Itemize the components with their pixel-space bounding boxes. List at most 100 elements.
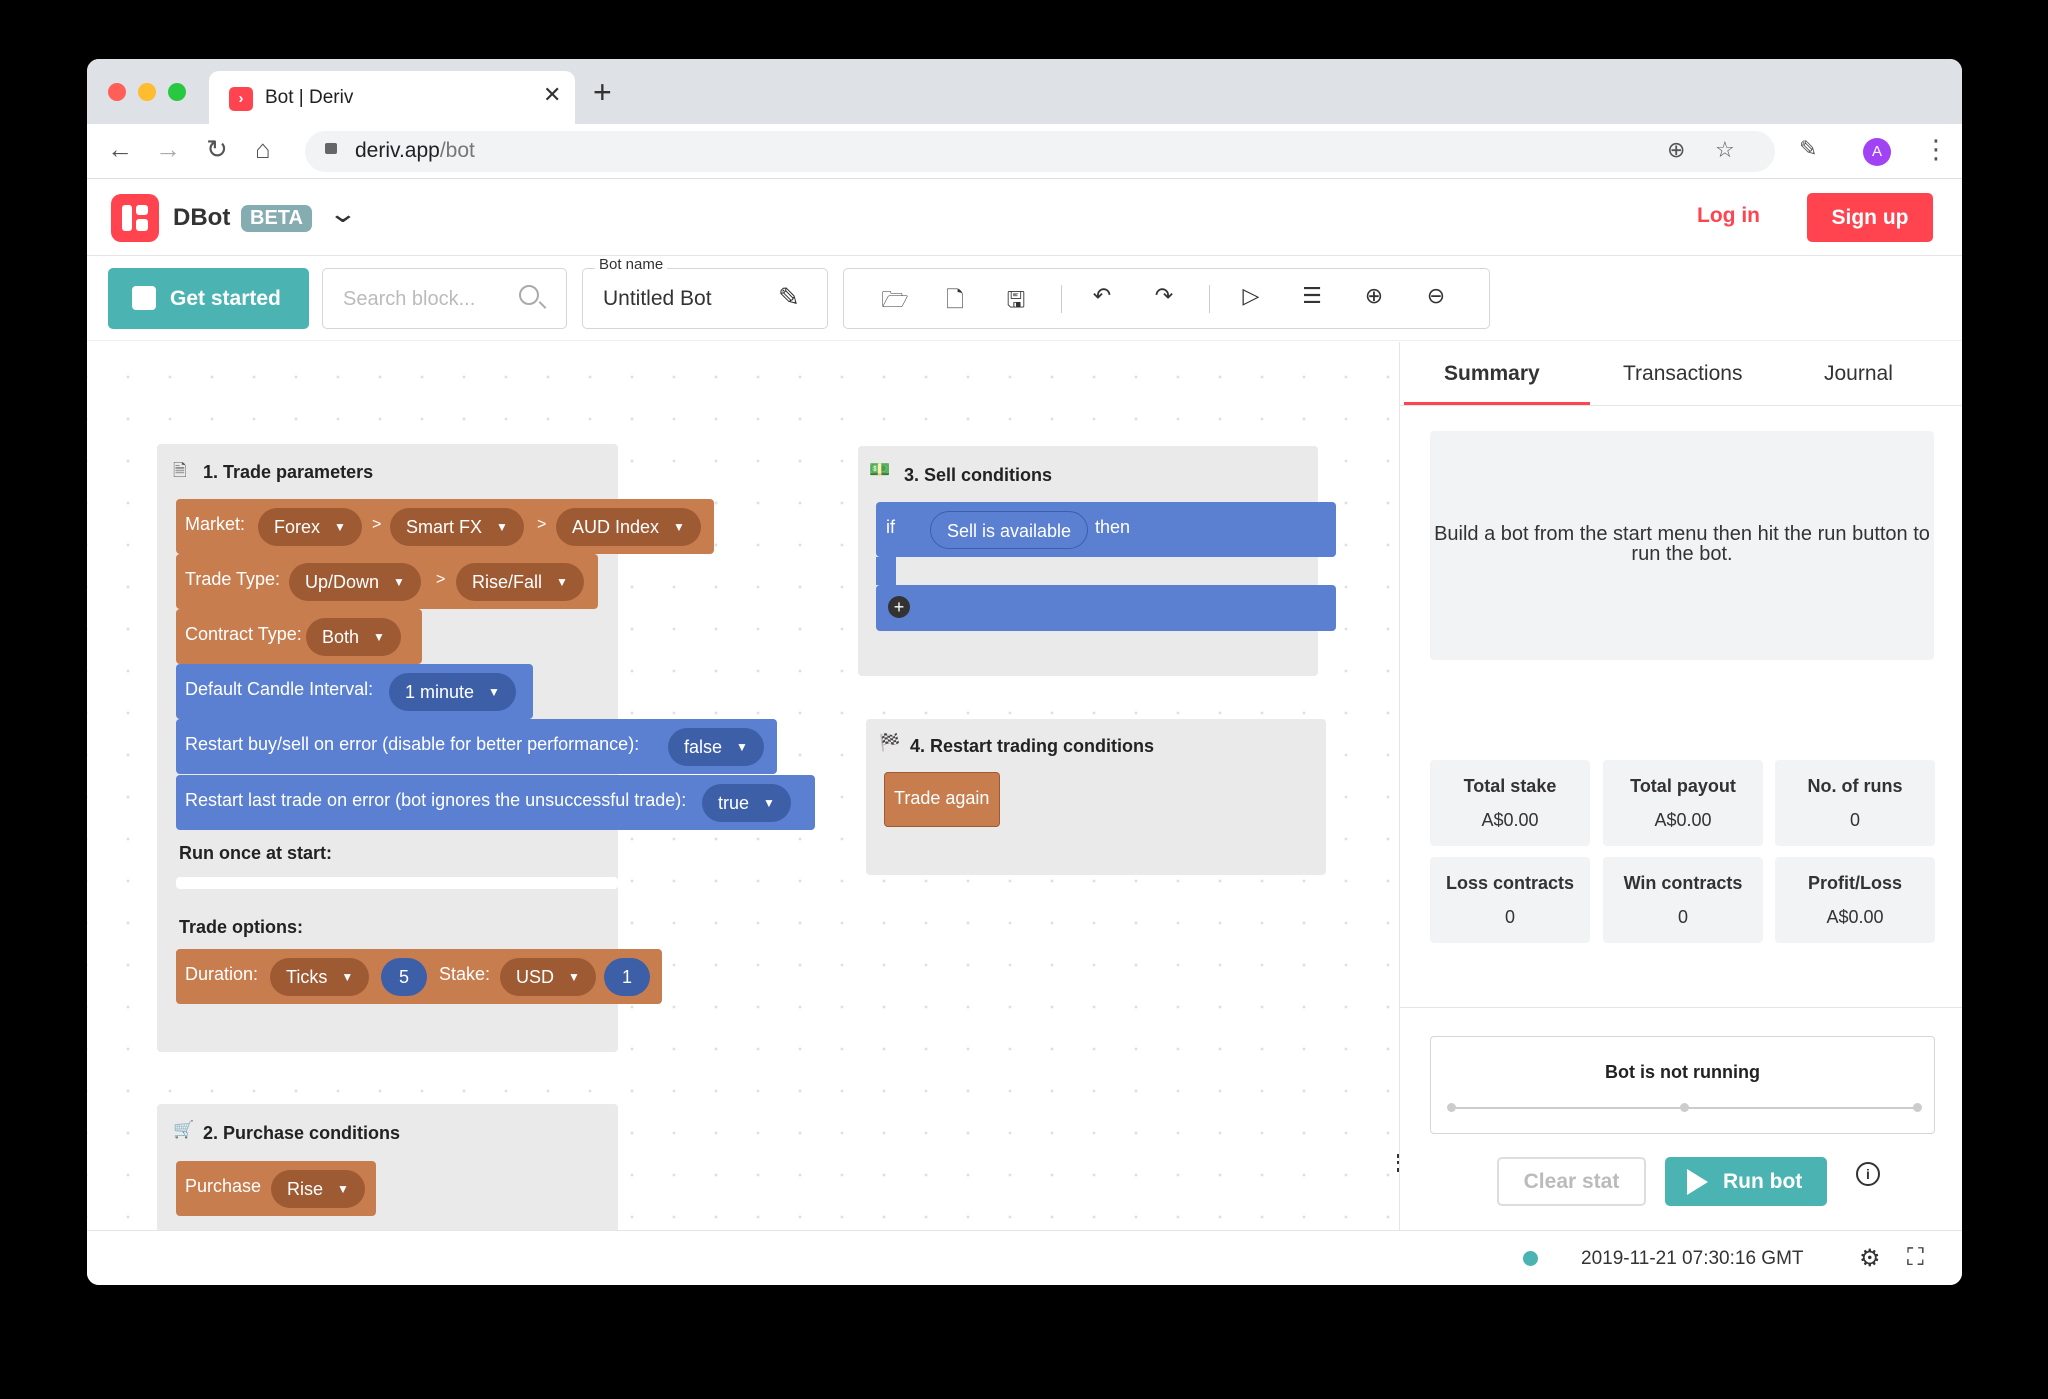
play-icon <box>1687 1169 1708 1195</box>
close-tab-icon[interactable]: ✕ <box>543 82 561 108</box>
document-icon: 🗎 <box>173 461 187 480</box>
extension-icon[interactable]: ✎ <box>1799 136 1817 162</box>
tab-summary[interactable]: Summary <box>1444 362 1540 386</box>
contract-type-block[interactable]: Contract Type: Both ▼ <box>176 609 422 664</box>
more-menu-icon[interactable]: ⋮ <box>1923 134 1949 165</box>
beta-badge: BETA <box>241 205 312 232</box>
currency-dropdown[interactable]: USD ▼ <box>500 958 596 996</box>
search-icon[interactable] <box>519 285 539 305</box>
bot-name-field[interactable]: Bot name Untitled Bot ✎ <box>582 256 828 329</box>
zoom-in-icon[interactable]: ⊕ <box>1359 283 1389 309</box>
stat-no-of-runs: No. of runs 0 <box>1775 760 1935 846</box>
minimize-window-button[interactable] <box>138 83 156 101</box>
if-block-footer[interactable]: + <box>876 585 1336 631</box>
trade-options-block[interactable]: Duration: Ticks ▼ 5 Stake: USD ▼ 1 <box>176 949 662 1004</box>
redo-icon[interactable]: ↷ <box>1149 283 1179 309</box>
undo-icon[interactable]: ↶ <box>1087 283 1117 309</box>
basket-icon: 🛒 <box>173 1120 195 1139</box>
chevron-down-icon[interactable]: ⌄ <box>328 198 359 229</box>
sort-blocks-icon[interactable]: ☰ <box>1297 283 1327 309</box>
open-folder-icon[interactable]: 🗁 <box>880 283 910 321</box>
purchase-conditions-title: 2. Purchase conditions <box>203 1123 401 1143</box>
search-blocks-input[interactable]: Search block... <box>322 268 567 329</box>
browser-tab[interactable]: › Bot | Deriv ✕ <box>209 71 575 124</box>
run-once-slot[interactable] <box>176 877 618 889</box>
get-started-button[interactable]: Get started <box>108 268 309 329</box>
forward-icon[interactable]: → <box>155 134 181 165</box>
blockly-workspace[interactable]: 🗎 1. Trade parameters Market: Forex ▼ > S… <box>87 342 1400 1263</box>
trade-type-dropdown[interactable]: Up/Down ▼ <box>289 563 421 601</box>
bot-status-box: Bot is not running <box>1430 1036 1935 1134</box>
browser-window: › Bot | Deriv ✕ + ← → ↻ ⌂ deriv.app/bot … <box>87 59 1962 1285</box>
stat-total-payout: Total payout A$0.00 <box>1603 760 1763 846</box>
fullscreen-icon[interactable]: ⛶ <box>1907 1244 1924 1272</box>
sell-available-condition[interactable]: Sell is available <box>930 511 1089 549</box>
reload-icon[interactable]: ↻ <box>206 134 228 165</box>
save-icon[interactable]: 🖫 <box>1001 283 1031 321</box>
home-icon[interactable]: ⌂ <box>255 134 271 165</box>
if-label: if <box>886 517 895 537</box>
settings-gear-icon[interactable]: ⚙ <box>1859 1244 1881 1273</box>
trade-type-label: Trade Type: <box>185 569 281 589</box>
footer: 2019-11-21 07:30:16 GMT ⚙ ⛶ <box>87 1230 1962 1285</box>
tab-strip: › Bot | Deriv ✕ + <box>87 59 1962 124</box>
back-icon[interactable]: ← <box>107 134 133 165</box>
add-icon[interactable]: ⊕ <box>1667 137 1685 163</box>
contract-type-label: Contract Type: <box>185 624 302 644</box>
separator: > <box>537 516 547 533</box>
run-bot-label: Run bot <box>1723 1170 1803 1193</box>
url-field[interactable]: deriv.app/bot ⊕ ☆ <box>305 131 1775 172</box>
symbol-dropdown[interactable]: AUD Index ▼ <box>556 508 701 546</box>
market-block[interactable]: Market: Forex ▼ > Smart FX ▼ > AUD Index ▼ <box>176 499 714 554</box>
separator: > <box>436 571 446 588</box>
trade-again-block[interactable]: Trade again <box>884 772 1000 827</box>
server-time: 2019-11-21 07:30:16 GMT <box>1581 1248 1804 1269</box>
restart-last-trade-dropdown[interactable]: true ▼ <box>702 784 791 822</box>
purchase-dropdown[interactable]: Rise ▼ <box>271 1170 365 1208</box>
if-block-spine <box>876 557 896 585</box>
duration-unit-dropdown[interactable]: Ticks ▼ <box>270 958 370 996</box>
connection-status-dot <box>1523 1251 1538 1266</box>
stat-win-contracts: Win contracts 0 <box>1603 857 1763 943</box>
duration-value-input[interactable]: 5 <box>381 958 427 996</box>
add-plus-icon[interactable]: + <box>888 596 910 618</box>
clear-stat-button[interactable]: Clear stat <box>1497 1157 1646 1206</box>
market-dropdown[interactable]: Forex ▼ <box>258 508 362 546</box>
stake-value-input[interactable]: 1 <box>604 958 650 996</box>
submarket-dropdown[interactable]: Smart FX ▼ <box>390 508 524 546</box>
run-play-icon[interactable]: ▷ <box>1236 283 1266 309</box>
tab-journal[interactable]: Journal <box>1824 362 1893 386</box>
separator: > <box>372 516 382 533</box>
tab-transactions[interactable]: Transactions <box>1623 362 1742 386</box>
restart-buysell-dropdown[interactable]: false ▼ <box>668 728 764 766</box>
candle-interval-label: Default Candle Interval: <box>185 679 374 699</box>
trade-subtype-dropdown[interactable]: Rise/Fall ▼ <box>456 563 584 601</box>
trade-options-label: Trade options: <box>179 917 304 937</box>
close-window-button[interactable] <box>108 83 126 101</box>
restart-last-trade-block[interactable]: Restart last trade on error (bot ignores… <box>176 775 815 830</box>
bookmark-star-icon[interactable]: ☆ <box>1715 137 1735 163</box>
edit-pencil-icon[interactable]: ✎ <box>778 282 800 313</box>
purchase-block[interactable]: Purchase Rise ▼ <box>176 1161 376 1216</box>
candle-interval-block[interactable]: Default Candle Interval: 1 minute ▼ <box>176 664 533 719</box>
restart-conditions-title: 4. Restart trading conditions <box>910 736 1155 756</box>
then-label: then <box>1095 517 1131 537</box>
workspace-actions: 🗁 🗋 🖫 ↶ ↷ ▷ ☰ ⊕ ⊖ <box>843 268 1490 329</box>
maximize-window-button[interactable] <box>168 83 186 101</box>
contract-type-dropdown[interactable]: Both ▼ <box>306 618 401 656</box>
run-once-label: Run once at start: <box>179 843 333 863</box>
profile-avatar[interactable]: A <box>1863 138 1891 166</box>
bot-name-value[interactable]: Untitled Bot <box>603 287 712 311</box>
candle-interval-dropdown[interactable]: 1 minute ▼ <box>389 673 516 711</box>
signup-button[interactable]: Sign up <box>1807 193 1933 242</box>
search-placeholder: Search block... <box>343 288 476 310</box>
new-tab-icon[interactable]: + <box>593 74 612 111</box>
run-bot-button[interactable]: Run bot <box>1665 1157 1827 1206</box>
info-icon[interactable]: i <box>1856 1162 1880 1186</box>
if-then-block[interactable]: if Sell is available then <box>876 502 1336 557</box>
zoom-out-icon[interactable]: ⊖ <box>1421 283 1451 309</box>
trade-type-block[interactable]: Trade Type: Up/Down ▼ > Rise/Fall ▼ <box>176 554 598 609</box>
login-button[interactable]: Log in <box>1697 204 1760 228</box>
new-file-icon[interactable]: 🗋 <box>940 283 970 321</box>
restart-buysell-block[interactable]: Restart buy/sell on error (disable for b… <box>176 719 777 774</box>
